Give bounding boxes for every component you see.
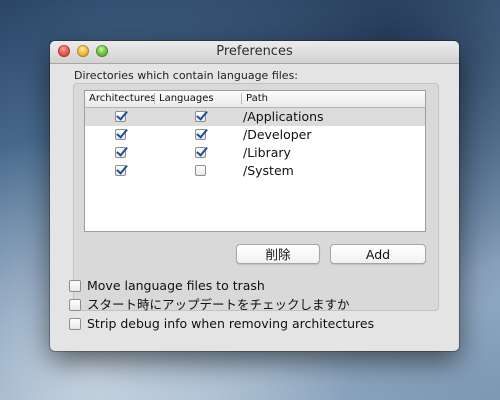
option-checkbox[interactable] — [69, 280, 81, 292]
table-row[interactable]: /Developer — [85, 126, 425, 144]
directories-table[interactable]: Architectures Languages Path /Applicatio… — [84, 90, 426, 232]
languages-checkbox[interactable] — [195, 129, 206, 140]
architectures-checkbox[interactable] — [115, 129, 126, 140]
directories-label: Directories which contain language files… — [74, 69, 299, 82]
languages-checkbox[interactable] — [195, 147, 206, 158]
title-bar[interactable]: Preferences — [50, 41, 459, 64]
preferences-window: Preferences Directories which contain la… — [50, 41, 459, 351]
column-header-languages[interactable]: Languages — [155, 91, 214, 107]
table-row[interactable]: /Applications — [85, 108, 425, 126]
path-cell: /Developer — [243, 127, 312, 142]
add-button[interactable]: Add — [330, 244, 426, 264]
option-label: スタート時にアップデートをチェックしますか — [87, 297, 350, 312]
option-label: Move language files to trash — [87, 278, 265, 293]
option-label: Strip debug info when removing architect… — [87, 316, 375, 331]
path-cell: /Applications — [243, 109, 324, 124]
architectures-checkbox[interactable] — [115, 111, 126, 122]
architectures-checkbox[interactable] — [115, 165, 126, 176]
column-header-path[interactable]: Path — [242, 91, 268, 107]
window-title: Preferences — [216, 44, 293, 59]
option-checkbox[interactable] — [69, 318, 81, 330]
option-checkbox[interactable] — [69, 299, 81, 311]
languages-checkbox[interactable] — [195, 165, 206, 176]
architectures-checkbox[interactable] — [115, 147, 126, 158]
path-cell: /Library — [243, 145, 291, 160]
languages-checkbox[interactable] — [195, 111, 206, 122]
table-row[interactable]: /Library — [85, 144, 425, 162]
table-row[interactable]: /System — [85, 162, 425, 180]
column-header-architectures[interactable]: Architectures — [85, 91, 155, 107]
path-cell: /System — [243, 163, 294, 178]
table-header: Architectures Languages Path — [85, 91, 425, 108]
delete-button[interactable]: 削除 — [236, 244, 320, 264]
